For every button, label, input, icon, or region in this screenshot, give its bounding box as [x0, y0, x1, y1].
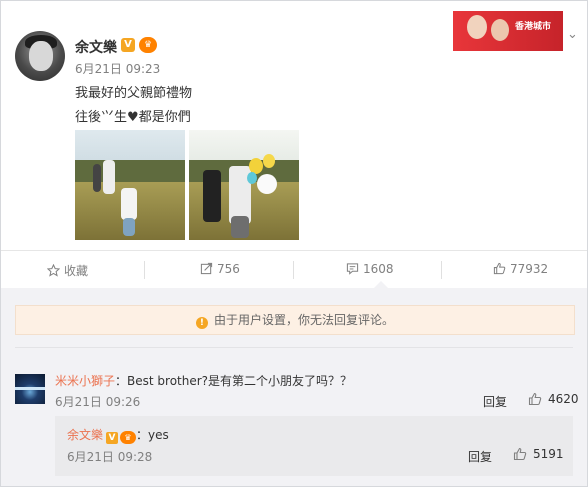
like-count: 77932	[510, 262, 549, 276]
thumbs-up-icon	[493, 262, 506, 275]
reply-button[interactable]: 回复	[468, 448, 492, 465]
post-text-segment: ⺍生	[101, 110, 128, 125]
balloon-icon	[263, 154, 275, 168]
reply-button[interactable]: 回复	[483, 393, 507, 410]
sub-reply: 余文樂 V ♛ ：yes 6月21日 09:28 回复 5191	[55, 416, 573, 476]
post-text-line1: 我最好的父親節禮物	[75, 86, 193, 101]
reply-disabled-notice: ! 由于用户设置，你无法回复评论。	[15, 305, 575, 335]
banner-person-icon	[491, 19, 509, 41]
comment-button[interactable]: 1608	[346, 262, 394, 276]
author-avatar[interactable]	[15, 31, 65, 81]
sub-reply-body: 余文樂 V ♛ ：yes	[67, 426, 169, 444]
like-button[interactable]: 77932	[493, 262, 548, 276]
avatar-light-streak	[15, 387, 45, 390]
banner-text: 香港城市	[515, 22, 552, 32]
comment-text: ：Best brother?是有第二个小朋友了吗？？	[115, 374, 353, 388]
comment-like-button[interactable]: 4620	[528, 392, 579, 406]
sub-reply-time: 6月21日 09:28	[67, 450, 153, 464]
comment-body: 米米小獅子：Best brother?是有第二个小朋友了吗？？	[55, 372, 352, 389]
balloon-icon	[247, 172, 257, 184]
share-button[interactable]: 756	[200, 262, 240, 276]
collect-button[interactable]: 收藏	[47, 262, 88, 279]
vip-badge-icon: ♛	[120, 431, 137, 444]
sub-reply-text: ：yes	[136, 428, 169, 442]
sub-reply-like-count: 5191	[533, 447, 564, 461]
photo-person	[93, 164, 101, 192]
post-photo[interactable]	[189, 130, 299, 240]
comment-time: 6月21日 09:26	[55, 395, 141, 409]
info-icon: !	[195, 317, 208, 329]
comment-like-count: 4620	[548, 392, 579, 406]
sub-reply-like-button[interactable]: 5191	[513, 447, 564, 461]
photo-child-legs	[123, 218, 135, 236]
verified-badge-icon: V	[106, 432, 119, 444]
action-divider	[441, 261, 442, 279]
sub-reply-author[interactable]: 余文樂	[67, 428, 103, 442]
comment-icon	[346, 263, 359, 275]
weibo-post-card: 余文樂 V ♛ 6月21日 09:23 香港城市 ⌄ 我最好的父親節禮物 往後⺍…	[0, 0, 588, 487]
banner-person-icon	[467, 15, 487, 39]
post-text-segment: 都是你們	[138, 110, 191, 125]
vip-badge-icon: ♛	[139, 37, 157, 53]
commenter-name[interactable]: 米米小獅子	[55, 374, 115, 388]
collect-label: 收藏	[64, 264, 89, 278]
star-icon	[47, 264, 60, 277]
heart-icon: ♥	[127, 110, 139, 125]
photo-trees	[75, 160, 185, 182]
photo-person	[103, 160, 115, 194]
action-divider	[144, 261, 145, 279]
photo-child	[121, 188, 137, 220]
post-text-segment: 往後	[75, 110, 102, 125]
photo-child	[231, 216, 249, 238]
header-promo-banner[interactable]: 香港城市	[453, 11, 563, 51]
share-icon	[200, 262, 213, 275]
divider	[15, 347, 573, 348]
thumbs-up-icon	[528, 392, 542, 406]
balloon-icon	[257, 174, 277, 194]
author-name[interactable]: 余文樂	[75, 37, 117, 57]
comment-panel-caret	[374, 281, 388, 288]
action-divider	[293, 261, 294, 279]
notice-text: 由于用户设置，你无法回复评论。	[213, 313, 394, 327]
photo-person	[203, 170, 221, 222]
comments-panel: ! 由于用户设置，你无法回复评论。 米米小獅子：Best brother?是有第二…	[1, 288, 587, 486]
verified-badge-icon: V	[121, 38, 135, 52]
commenter-avatar[interactable]	[15, 374, 45, 404]
post-time[interactable]: 6月21日 09:23	[75, 60, 160, 77]
post-text-line2: 往後⺍生♥都是你們	[75, 106, 191, 125]
post-action-bar: 收藏 756 1608 77932	[1, 250, 587, 289]
comment-count: 1608	[363, 262, 394, 276]
avatar-face	[29, 41, 53, 71]
chevron-down-icon[interactable]: ⌄	[567, 27, 578, 42]
post-photo[interactable]	[75, 130, 185, 240]
thumbs-up-icon	[513, 447, 527, 461]
share-count: 756	[217, 262, 240, 276]
